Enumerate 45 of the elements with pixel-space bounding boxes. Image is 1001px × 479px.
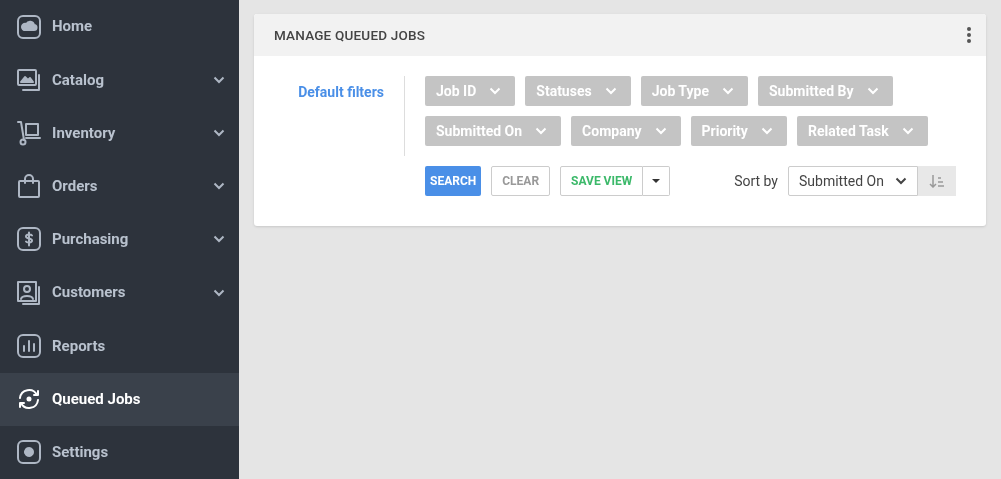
filter-dropdown[interactable]: Company — [571, 116, 681, 146]
shopping-bag-icon — [16, 173, 42, 200]
clear-button[interactable]: CLEAR — [491, 166, 551, 196]
chevron-down-icon — [654, 127, 667, 135]
filter-dropdown[interactable]: Statuses — [525, 76, 631, 106]
save-view-button[interactable]: SAVE VIEW — [560, 166, 644, 196]
sort-icon — [929, 174, 945, 188]
search-button[interactable]: SEARCH — [425, 166, 482, 196]
chevron-down-icon — [866, 87, 879, 95]
nav-item[interactable]: Home — [0, 0, 239, 54]
panel-title: MANAGE QUEUED JOBS — [274, 25, 426, 45]
cloud-icon — [16, 13, 42, 40]
filter-dropdown[interactable]: Job ID — [425, 76, 516, 106]
nav-item[interactable]: Queued Jobs — [0, 372, 239, 426]
sort-order-button[interactable] — [918, 166, 956, 196]
caret-icon — [652, 179, 661, 183]
chevron-down-icon — [760, 127, 773, 135]
filter-dropdown[interactable]: Submitted By — [758, 76, 893, 106]
chevron-down-icon — [722, 87, 734, 95]
images-icon — [16, 66, 42, 93]
filter-dropdown[interactable]: Priority — [690, 116, 787, 146]
nav-item[interactable]: Purchasing — [0, 212, 239, 267]
nav-item[interactable]: Settings — [0, 425, 239, 479]
hand-truck-icon — [16, 120, 42, 147]
nav-item[interactable]: Orders — [0, 159, 239, 213]
chevron-down-icon — [604, 87, 617, 95]
nav-item[interactable]: Catalog — [0, 53, 239, 107]
filter-dropdown[interactable]: Related Task — [796, 116, 928, 146]
chevron-down-icon — [535, 127, 548, 135]
sort-label: Sort by — [734, 171, 778, 191]
bar-chart-icon — [16, 332, 42, 359]
chevron-down-icon — [895, 177, 907, 185]
filters-label[interactable]: Default filters — [298, 82, 384, 196]
chevron-down-icon — [901, 127, 914, 135]
nav-item[interactable]: Reports — [0, 319, 239, 373]
dollar-icon — [16, 226, 42, 253]
contact-icon — [16, 279, 42, 306]
filter-dropdown[interactable]: Job Type — [640, 76, 748, 106]
nav-item[interactable]: Customers — [0, 266, 239, 320]
nav-item[interactable]: Inventory — [0, 106, 239, 160]
more-icon[interactable] — [966, 26, 972, 44]
save-view-menu-button[interactable] — [643, 166, 671, 196]
filter-dropdown[interactable]: Submitted On — [425, 116, 562, 146]
chevron-down-icon — [489, 87, 502, 95]
sort-select[interactable]: Submitted On — [788, 166, 918, 196]
